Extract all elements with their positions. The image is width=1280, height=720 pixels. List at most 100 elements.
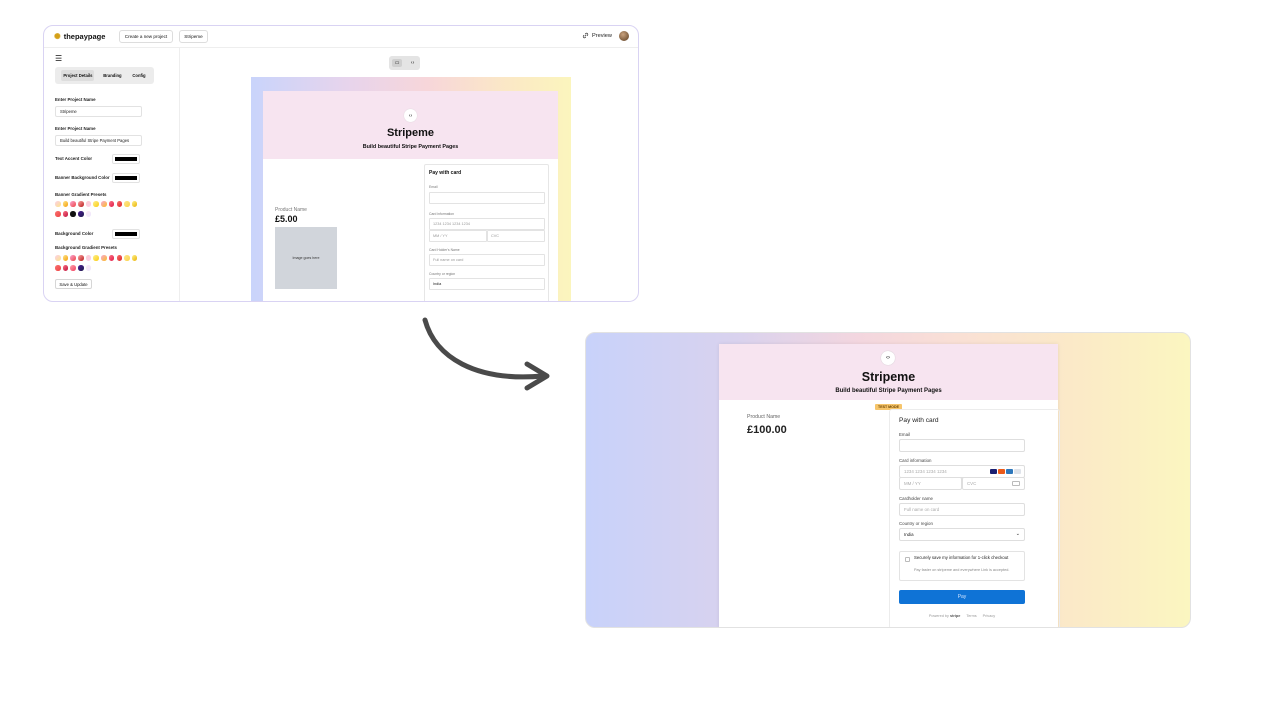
amex-icon <box>1006 469 1013 474</box>
card-brands <box>990 469 1021 474</box>
banner-bg-swatch[interactable] <box>112 173 140 183</box>
preset-swatch[interactable] <box>108 255 115 261</box>
chevron-down-icon: ⌄ <box>1015 531 1020 537</box>
country-select[interactable]: India <box>429 278 545 290</box>
sidebar: ☰ Project Details Branding Config Enter … <box>44 48 180 301</box>
banner-bg-label: Banner Background Color <box>55 175 110 180</box>
bg-color-swatch[interactable] <box>112 229 140 239</box>
project-selector-button[interactable]: Stripeme <box>179 30 208 43</box>
preset-swatch[interactable] <box>62 255 69 261</box>
cvc-input[interactable]: CVC <box>487 230 545 242</box>
preview-title: Stripeme <box>386 127 435 139</box>
preset-swatch[interactable] <box>85 255 92 261</box>
live-banner: ‹› Stripeme Build beautiful Stripe Payme… <box>719 344 1058 400</box>
save-update-button[interactable]: Save & Update <box>55 279 92 289</box>
preset-swatch[interactable] <box>78 201 84 207</box>
expiry-input[interactable]: MM / YY <box>429 230 487 242</box>
holder-input[interactable]: Full name on card <box>899 503 1025 516</box>
discover-icon <box>1014 469 1021 474</box>
holder-input[interactable]: Full name on card <box>429 254 545 266</box>
preset-swatch[interactable] <box>70 265 76 271</box>
preset-swatch[interactable] <box>55 211 61 217</box>
preset-swatch[interactable] <box>78 265 84 271</box>
holder-label: Cardholder name <box>899 496 933 501</box>
preview-product-name: Product Name <box>275 207 307 213</box>
email-input[interactable] <box>899 439 1025 452</box>
project-name-label: Enter Project Name <box>55 97 96 102</box>
stripe-logo: stripe <box>949 614 961 618</box>
expiry-input[interactable]: MM / YY <box>899 477 962 490</box>
preset-swatch[interactable] <box>85 211 92 217</box>
country-select[interactable]: India ⌄ <box>899 528 1025 541</box>
preset-swatch[interactable] <box>70 201 76 207</box>
tab-branding[interactable]: Branding <box>101 70 123 81</box>
preset-swatch[interactable] <box>124 255 130 261</box>
live-payment-form: Pay with card Email Card information 123… <box>889 409 1060 627</box>
preset-swatch[interactable] <box>124 201 130 207</box>
preset-swatch[interactable] <box>70 255 76 261</box>
preset-swatch[interactable] <box>62 201 69 207</box>
link-icon <box>582 32 589 39</box>
preset-swatch[interactable] <box>108 201 115 207</box>
top-bar: ✺ thepaypage Create a new project Stripe… <box>44 26 638 48</box>
preset-swatch[interactable] <box>78 211 84 217</box>
preset-swatch[interactable] <box>62 211 69 217</box>
preview-canvas: ▭ ‹› ‹› Stripeme Build beautiful Stripe … <box>181 48 638 302</box>
preset-swatch[interactable] <box>131 255 138 261</box>
preview-card: ‹› Stripeme Build beautiful Stripe Payme… <box>263 91 558 302</box>
pay-button[interactable]: Pay <box>899 590 1025 604</box>
card-number-input[interactable]: 1234 1234 1234 1234 <box>429 218 545 230</box>
project-desc-label: Enter Project Name <box>55 126 96 131</box>
preset-swatch[interactable] <box>55 265 61 271</box>
bg-presets-row-1 <box>55 255 138 261</box>
project-desc-input[interactable]: Build beautiful Stripe Payment Pages <box>55 135 142 146</box>
email-input[interactable] <box>429 192 545 204</box>
preset-swatch[interactable] <box>55 201 61 207</box>
create-project-button[interactable]: Create a new project <box>119 30 173 43</box>
pay-button-partial[interactable] <box>429 301 545 302</box>
preset-swatch[interactable] <box>78 255 84 261</box>
preview-price: £5.00 <box>275 214 298 224</box>
preset-swatch[interactable] <box>116 255 122 261</box>
preset-swatch[interactable] <box>93 255 99 261</box>
desktop-icon[interactable]: ▭ <box>391 59 403 67</box>
save-info-title: Securely save my information for 1-click… <box>914 555 1009 560</box>
preset-swatch[interactable] <box>116 201 122 207</box>
preset-swatch[interactable] <box>70 211 76 217</box>
mastercard-icon <box>998 469 1005 474</box>
preset-swatch[interactable] <box>131 201 138 207</box>
country-label: Country or region <box>429 272 456 276</box>
preview-link[interactable]: Preview <box>582 32 612 39</box>
curved-arrow-icon <box>422 317 550 391</box>
preset-swatch[interactable] <box>62 265 69 271</box>
country-label: Country or region <box>899 521 933 526</box>
preset-swatch[interactable] <box>85 265 92 271</box>
preset-swatch[interactable] <box>85 201 92 207</box>
privacy-link[interactable]: Privacy <box>983 614 995 618</box>
preview-payment-form: Pay with card Email Card information 123… <box>424 164 549 302</box>
card-label: Card information <box>899 458 932 463</box>
menu-icon[interactable]: ☰ <box>55 55 62 63</box>
preset-swatch[interactable] <box>93 201 99 207</box>
preview-subtitle: Build beautiful Stripe Payment Pages <box>362 144 459 150</box>
logo[interactable]: ✺ thepaypage <box>54 32 105 41</box>
project-name-input[interactable]: Stripeme <box>55 106 142 117</box>
live-preview-window: ‹› Stripeme Build beautiful Stripe Payme… <box>585 332 1191 628</box>
form-title: Pay with card <box>429 170 462 176</box>
preset-swatch[interactable] <box>55 255 61 261</box>
preset-swatch[interactable] <box>101 201 107 207</box>
tab-project-details[interactable]: Project Details <box>61 70 95 81</box>
cvc-input[interactable]: CVC <box>962 477 1025 490</box>
tab-config[interactable]: Config <box>130 70 147 81</box>
preset-swatch[interactable] <box>101 255 107 261</box>
code-icon[interactable]: ‹› <box>408 59 417 67</box>
avatar[interactable] <box>619 31 629 41</box>
text-accent-swatch[interactable] <box>112 154 140 164</box>
banner-presets-row-1 <box>55 201 138 207</box>
powered-by-label: Powered by <box>928 614 949 618</box>
preview-banner: ‹› Stripeme Build beautiful Stripe Payme… <box>263 91 558 159</box>
live-card: ‹› Stripeme Build beautiful Stripe Payme… <box>719 344 1060 627</box>
terms-link[interactable]: Terms <box>966 614 976 618</box>
save-info-checkbox[interactable] <box>905 557 910 562</box>
save-info-box: Securely save my information for 1-click… <box>899 551 1025 581</box>
